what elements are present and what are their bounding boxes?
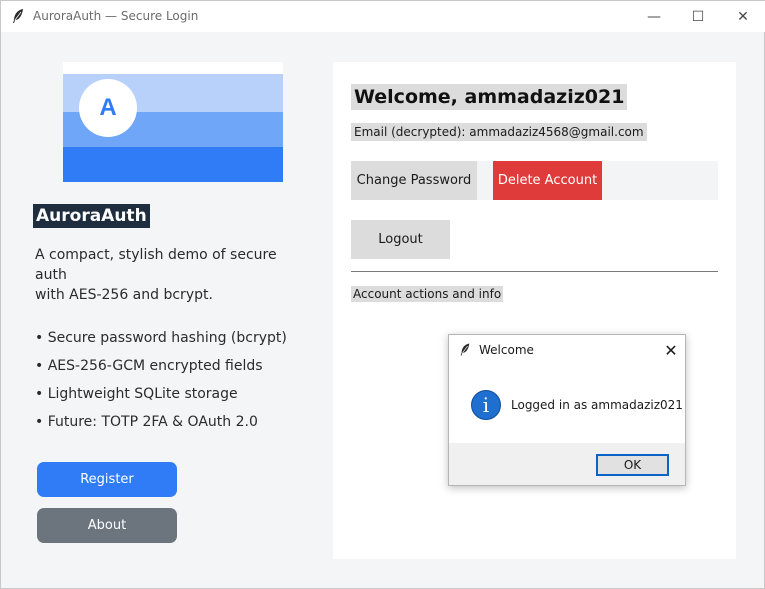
feather-icon <box>13 9 23 23</box>
feature-item: • Future: TOTP 2FA & OAuth 2.0 <box>35 414 258 430</box>
dialog-footer: OK <box>449 443 685 485</box>
logout-button[interactable]: Logout <box>351 220 450 259</box>
title-bar[interactable]: AuroraAuth — Secure Login — ☐ ✕ <box>1 1 765 32</box>
info-icon: i <box>471 390 501 420</box>
brand-name: AuroraAuth <box>33 204 150 228</box>
app-logo: A <box>79 79 137 137</box>
description-line: A compact, stylish demo of secure <box>35 247 277 263</box>
hero-band-top <box>63 62 283 74</box>
dialog-close-button[interactable]: ✕ <box>661 340 681 360</box>
account-info-label: Account actions and info <box>351 286 504 302</box>
app-window: AuroraAuth — Secure Login — ☐ ✕ A Aurora… <box>0 0 765 589</box>
description-line: with AES-256 and bcrypt. <box>35 287 213 303</box>
about-button[interactable]: About <box>37 508 177 543</box>
dialog-message: Logged in as ammadaziz021 <box>511 398 683 412</box>
welcome-dialog: Welcome ✕ i Logged in as ammadaziz021 OK <box>448 334 686 486</box>
welcome-heading: Welcome, ammadaziz021 <box>351 84 628 110</box>
window-title: AuroraAuth — Secure Login <box>33 9 199 23</box>
section-divider <box>351 271 718 272</box>
dialog-title: Welcome <box>479 343 534 357</box>
hero-banner: A <box>63 62 283 182</box>
ok-button[interactable]: OK <box>596 454 669 476</box>
hero-band-dark <box>63 147 283 182</box>
change-password-button[interactable]: Change Password <box>351 161 477 200</box>
minimize-button[interactable]: — <box>631 1 677 32</box>
description-line: auth <box>35 267 67 283</box>
email-label: Email (decrypted): ammadaziz4568@gmail.c… <box>351 123 647 141</box>
register-button[interactable]: Register <box>37 462 177 497</box>
app-description: A compact, stylish demo of secure auth w… <box>35 245 285 305</box>
delete-account-button[interactable]: Delete Account <box>493 161 602 200</box>
feature-item: • Secure password hashing (bcrypt) <box>35 330 287 346</box>
feature-item: • Lightweight SQLite storage <box>35 386 238 402</box>
feather-icon <box>460 343 470 356</box>
feature-item: • AES-256-GCM encrypted fields <box>35 358 263 374</box>
close-window-button[interactable]: ✕ <box>720 1 765 32</box>
maximize-button[interactable]: ☐ <box>675 1 721 32</box>
